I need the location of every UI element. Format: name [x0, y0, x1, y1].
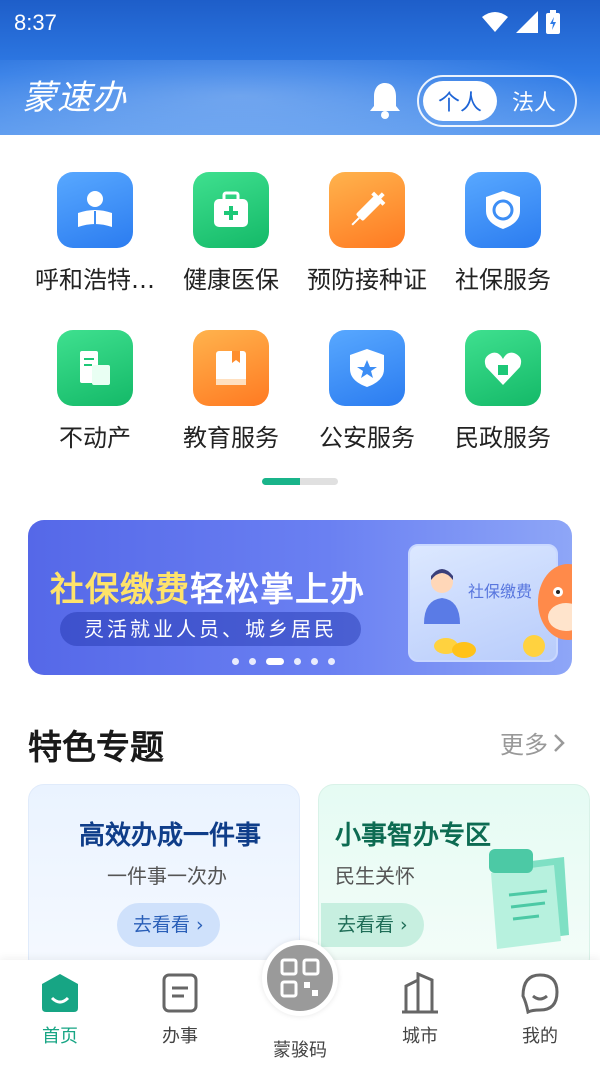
nav-city-label: 城市: [402, 1026, 438, 1047]
qr-code-icon: [280, 958, 320, 998]
book-icon: [193, 330, 269, 406]
topic-card-efficient[interactable]: 高效办成一件事 一件事一次办 去看看 ›: [28, 784, 300, 974]
carousel-dot[interactable]: [328, 658, 335, 665]
nav-affairs[interactable]: 办事: [140, 972, 220, 1048]
smart-document-illustration-icon: [489, 849, 569, 949]
service-label: 健康医保: [183, 266, 279, 294]
banner-title-highlight: 社保缴费: [50, 570, 190, 610]
service-item-civil-affairs[interactable]: 民政服务: [435, 330, 571, 453]
promo-banner[interactable]: 社保缴费轻松掌上办 灵活就业人员、城乡居民 社保缴费: [28, 520, 572, 675]
social-security-shield-icon: [465, 172, 541, 248]
nav-home[interactable]: 首页: [20, 972, 100, 1048]
banner-card-text: 社保缴费: [468, 582, 533, 601]
app-header: 8:37 蒙速办 个人 法人: [0, 0, 600, 135]
app-logo: 蒙速办: [22, 78, 127, 118]
service-item-real-estate[interactable]: 不动产: [27, 330, 163, 453]
home-icon: [42, 974, 78, 1012]
coins-icon: [434, 635, 545, 658]
city-buildings-icon: [402, 971, 438, 1014]
service-label: 公安服务: [319, 424, 415, 452]
service-label: 民政服务: [455, 424, 551, 452]
featured-more-link[interactable]: 更多: [500, 725, 566, 760]
chevron-right-icon: [554, 733, 565, 752]
syringe-icon: [329, 172, 405, 248]
topic-card-title: 小事智办专区: [335, 821, 492, 851]
signal-icon: [516, 11, 538, 33]
document-icon: [162, 973, 198, 1013]
service-label: 预防接种证: [307, 266, 427, 294]
service-label: 教育服务: [183, 424, 279, 452]
topic-card-title: 高效办成一件事: [79, 821, 262, 851]
topic-card-smart[interactable]: 小事智办专区 民生关怀 去看看 ›: [318, 784, 590, 974]
nav-city[interactable]: 城市: [380, 971, 460, 1048]
service-item-health-insurance[interactable]: 健康医保: [163, 172, 299, 295]
grid-page-indicator: [262, 478, 338, 485]
carousel-dot[interactable]: [249, 658, 256, 665]
battery-icon: [546, 10, 560, 34]
banner-subtitle: 灵活就业人员、城乡居民: [60, 612, 361, 646]
wifi-icon: [482, 12, 508, 32]
nav-mine[interactable]: 我的: [500, 972, 580, 1048]
toggle-personal[interactable]: 个人: [423, 81, 497, 121]
service-label: 不动产: [59, 424, 131, 452]
nav-mine-label: 我的: [522, 1026, 558, 1047]
banner-title: 社保缴费轻松掌上办: [50, 562, 365, 611]
service-item-public-security[interactable]: 公安服务: [299, 330, 435, 453]
banner-title-rest: 轻松掌上办: [190, 570, 365, 610]
police-badge-icon: [329, 330, 405, 406]
property-document-icon: [57, 330, 133, 406]
service-label: 呼和浩特…: [35, 266, 155, 294]
carousel-dot-active[interactable]: [266, 658, 284, 665]
nav-code-label: 蒙骏码: [273, 1040, 327, 1061]
heart-care-icon: [465, 330, 541, 406]
service-item-hohhot[interactable]: 呼和浩特…: [27, 172, 163, 295]
page-indicator-active: [262, 478, 300, 485]
carousel-dot[interactable]: [311, 658, 318, 665]
status-icons: [482, 10, 560, 34]
nav-home-label: 首页: [42, 1026, 78, 1047]
topic-card-go-button[interactable]: 去看看 ›: [117, 903, 220, 947]
reading-person-icon: [57, 172, 133, 248]
topic-card-go-button[interactable]: 去看看 ›: [321, 903, 424, 947]
carousel-dot[interactable]: [232, 658, 239, 665]
mascot-horse-icon: [538, 564, 572, 640]
toggle-legal[interactable]: 法人: [497, 81, 571, 121]
notification-bell-icon[interactable]: [368, 80, 402, 120]
page-indicator-inactive: [300, 478, 338, 485]
nav-code-button[interactable]: [262, 940, 338, 1016]
topic-card-subtitle: 民生关怀: [335, 864, 415, 888]
service-label: 社保服务: [455, 266, 551, 294]
service-item-education[interactable]: 教育服务: [163, 330, 299, 453]
more-link-label: 更多: [500, 731, 548, 759]
banner-carousel-dots: [232, 658, 335, 665]
nav-affairs-label: 办事: [162, 1026, 198, 1047]
profile-face-icon: [521, 973, 559, 1015]
person-avatar-icon: [424, 569, 460, 624]
carousel-dot[interactable]: [294, 658, 301, 665]
status-time: 8:37: [14, 10, 57, 35]
topic-card-subtitle: 一件事一次办: [107, 864, 227, 888]
featured-section-title: 特色专题: [28, 728, 164, 768]
service-item-vaccination[interactable]: 预防接种证: [299, 172, 435, 295]
service-item-social-security[interactable]: 社保服务: [435, 172, 571, 295]
medical-kit-icon: [193, 172, 269, 248]
identity-toggle[interactable]: 个人 法人: [417, 75, 577, 127]
